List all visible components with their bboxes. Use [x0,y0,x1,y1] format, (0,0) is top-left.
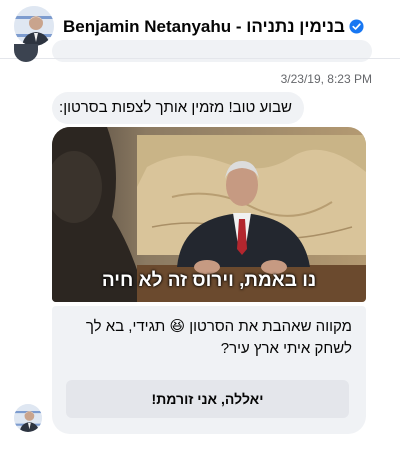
sender-avatar[interactable] [14,404,42,432]
chat-title-text: Benjamin Netanyahu - בנימין נתניהו [63,17,345,36]
profile-avatar[interactable] [14,6,54,46]
video-caption: נו באמת, וירוס זה לא חיה [101,270,317,291]
message-timestamp: 3/23/19, 8:23 PM [280,72,372,86]
message-bubble: שבוע טוב! מזמין אותך לצפות בסרטון: [52,92,304,124]
verified-badge-icon [349,19,364,34]
message-card: מקווה שאהבת את הסרטון 😆 תגידי, בא לך לשח… [52,306,366,434]
previous-sender-avatar [14,44,38,62]
card-text: מקווה שאהבת את הסרטון 😆 תגידי, בא לך לשח… [85,318,352,357]
chat-title[interactable]: Benjamin Netanyahu - בנימין נתניהו [63,17,364,37]
divider [0,58,400,59]
video-thumbnail[interactable]: נו באמת, וירוס זה לא חיה [52,127,366,302]
avatar-portrait-icon [14,404,42,432]
quick-reply-button[interactable]: יאללה, אני זורמת! [66,380,349,418]
avatar-portrait-icon [14,6,54,46]
